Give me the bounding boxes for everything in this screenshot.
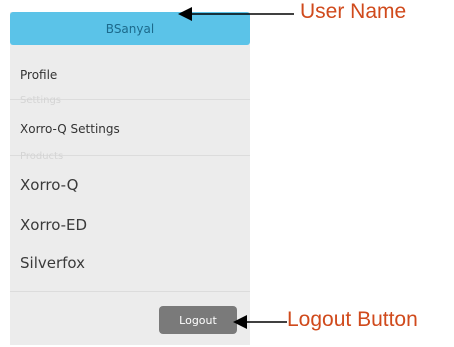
section-label-products: Products: [20, 151, 64, 162]
logout-arrow-icon: [233, 315, 287, 329]
annotation-logout-button: Logout Button: [287, 308, 418, 331]
menu-item-xorro-q-settings[interactable]: Xorro-Q Settings: [20, 122, 120, 136]
divider: [10, 291, 250, 292]
section-label-settings: Settings: [20, 95, 62, 106]
menu-item-profile[interactable]: Profile: [20, 68, 57, 82]
user-name-arrow-icon: [178, 7, 294, 21]
user-dropdown-menu: BSanyal Profile Settings Xorro-Q Setting…: [10, 12, 250, 345]
logout-button[interactable]: Logout: [159, 306, 237, 334]
menu-item-silverfox[interactable]: Silverfox: [20, 254, 85, 272]
menu-item-xorro-q[interactable]: Xorro-Q: [20, 176, 78, 194]
menu-item-xorro-ed[interactable]: Xorro-ED: [20, 216, 87, 234]
annotation-user-name: User Name: [300, 0, 407, 23]
